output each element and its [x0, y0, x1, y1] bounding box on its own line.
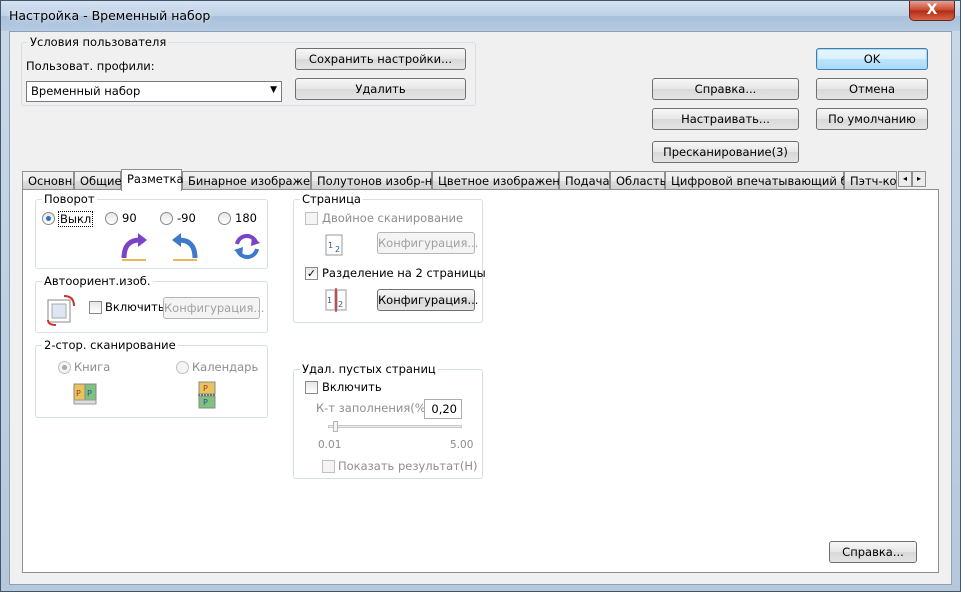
tab-strip: Основн. Общие Разметка Бинарное изображе… — [22, 169, 937, 191]
rotation-off-label[interactable]: Выкл — [58, 211, 94, 227]
auto-orient-enable-label[interactable]: Включить — [105, 300, 165, 314]
cancel-button[interactable]: Отмена — [816, 78, 928, 100]
svg-text:P: P — [76, 389, 81, 398]
double-scan-checkbox[interactable] — [305, 212, 318, 225]
tab-feed[interactable]: Подача — [559, 171, 610, 190]
tab-scroll-left-icon[interactable]: ◂ — [898, 171, 912, 187]
rotation-180-label[interactable]: 180 — [235, 211, 257, 225]
fill-ratio-label: К-т заполнения(%): — [316, 401, 435, 415]
split-pages-config-button[interactable]: Конфигурация... — [377, 289, 478, 311]
panel-help-button[interactable]: Справка... — [829, 541, 917, 563]
show-result-checkbox[interactable] — [322, 460, 335, 473]
blank-pages-enable-label[interactable]: Включить — [322, 380, 382, 394]
rotation-group: Поворот Выкл 90 -90 180 — [35, 192, 268, 269]
duplex-calendar-label[interactable]: Календарь — [192, 360, 258, 374]
window-title: Настройка - Временный набор — [9, 8, 211, 23]
rotation-180-radio[interactable] — [218, 212, 231, 225]
tab-grayscale[interactable]: Полутонов изобр-ние — [311, 171, 447, 190]
duplex-calendar-radio[interactable] — [176, 361, 189, 374]
delete-profile-button[interactable]: Удалить — [295, 78, 466, 100]
svg-text:P: P — [87, 389, 92, 398]
rotation-minus90-label[interactable]: -90 — [177, 211, 196, 225]
profile-combo-value: Временный набор — [31, 84, 141, 98]
rotate-minus90-icon — [172, 233, 198, 261]
page-group: Страница Двойное сканирование 1 2 Конфиг… — [293, 192, 486, 323]
rotation-off-radio[interactable] — [42, 212, 55, 225]
slider-min-label: 0.01 — [318, 439, 342, 451]
calendar-duplex-icon: P P — [198, 381, 216, 409]
rotation-90-label[interactable]: 90 — [122, 211, 137, 225]
tab-color-image[interactable]: Цветное изображение — [432, 171, 574, 190]
split-pages-icon: 1 2 — [325, 288, 347, 312]
auto-orient-config-button[interactable]: Конфигурация... — [163, 297, 264, 319]
blank-pages-enable-checkbox[interactable] — [305, 381, 318, 394]
user-settings-title: Условия пользователя — [28, 35, 169, 49]
rotate-180-icon — [234, 233, 260, 260]
slider-max-label: 5.00 — [450, 439, 474, 451]
svg-text:2: 2 — [338, 300, 343, 309]
save-settings-button[interactable]: Сохранить настройки... — [295, 48, 466, 70]
page-title: Страница — [300, 192, 363, 206]
duplex-book-radio[interactable] — [58, 361, 71, 374]
svg-text:2: 2 — [335, 245, 340, 254]
tab-basic[interactable]: Основн. — [22, 171, 76, 190]
auto-orient-group: Автоориент.изоб. Включить Конфигурация..… — [35, 274, 268, 333]
title-bar[interactable]: Настройка - Временный набор X — [1, 1, 960, 31]
split-pages-checkbox[interactable]: ✓ — [305, 267, 318, 280]
split-pages-label[interactable]: Разделение на 2 страницы — [322, 266, 486, 280]
blank-pages-title: Удал. пустых страниц — [300, 362, 438, 376]
show-result-label[interactable]: Показать результат(H) — [338, 459, 477, 473]
prescan-button[interactable]: Пресканирование(3) — [652, 141, 799, 163]
settings-window: Настройка - Временный набор X Условия по… — [0, 0, 961, 592]
profile-label: Пользоват. профили: — [26, 59, 155, 73]
duplex-book-label[interactable]: Книга — [74, 360, 110, 374]
svg-text:1: 1 — [327, 296, 332, 305]
tab-area[interactable]: Область — [610, 171, 666, 190]
tab-scroll-right-icon[interactable]: ▸ — [912, 171, 926, 187]
fill-ratio-slider-thumb[interactable] — [332, 421, 338, 432]
profile-combo[interactable]: Временный набор ▼ — [26, 81, 282, 102]
rotation-title: Поворот — [42, 192, 97, 206]
duplex-title: 2-стор. сканирование — [42, 338, 178, 352]
auto-orient-title: Автоориент.изоб. — [42, 274, 153, 288]
chevron-down-icon: ▼ — [270, 85, 277, 95]
rotate-90-icon — [121, 233, 147, 261]
default-button[interactable]: По умолчанию — [816, 108, 928, 130]
auto-orient-enable-checkbox[interactable] — [89, 301, 102, 314]
rotation-minus90-radio[interactable] — [160, 212, 173, 225]
tab-binary-image[interactable]: Бинарное изображение — [182, 171, 332, 190]
double-scan-icon: 1 2 — [325, 234, 343, 256]
blank-pages-group: Удал. пустых страниц Включить К-т заполн… — [293, 362, 483, 479]
fill-ratio-slider-track[interactable] — [328, 425, 462, 428]
book-duplex-icon: P P — [73, 383, 97, 405]
tab-imprinter[interactable]: Цифровой впечатывающий блок — [665, 171, 869, 190]
dialog-client: Условия пользователя Пользоват. профили:… — [9, 31, 952, 585]
double-scan-config-button[interactable]: Конфигурация... — [377, 232, 478, 254]
tab-general[interactable]: Общие — [74, 171, 122, 190]
layout-tab-panel: Поворот Выкл 90 -90 180 Автоориент.изоб.… — [22, 189, 939, 573]
help-button[interactable]: Справка... — [652, 78, 799, 100]
tab-layout[interactable]: Разметка — [121, 169, 184, 191]
configure-button[interactable]: Настраивать... — [652, 108, 799, 130]
ok-button[interactable]: OK — [816, 48, 928, 70]
tab-patch-code[interactable]: Пэтч-код — [844, 171, 897, 190]
svg-text:1: 1 — [328, 241, 333, 250]
rotation-90-radio[interactable] — [105, 212, 118, 225]
duplex-group: 2-стор. сканирование Книга Календарь P P… — [35, 338, 268, 418]
fill-ratio-input[interactable]: 0,20 — [424, 399, 462, 419]
close-button[interactable]: X — [909, 1, 955, 21]
double-scan-label[interactable]: Двойное сканирование — [322, 211, 463, 225]
svg-text:P: P — [203, 384, 208, 393]
svg-text:P: P — [203, 398, 208, 407]
auto-orient-icon — [47, 295, 75, 326]
